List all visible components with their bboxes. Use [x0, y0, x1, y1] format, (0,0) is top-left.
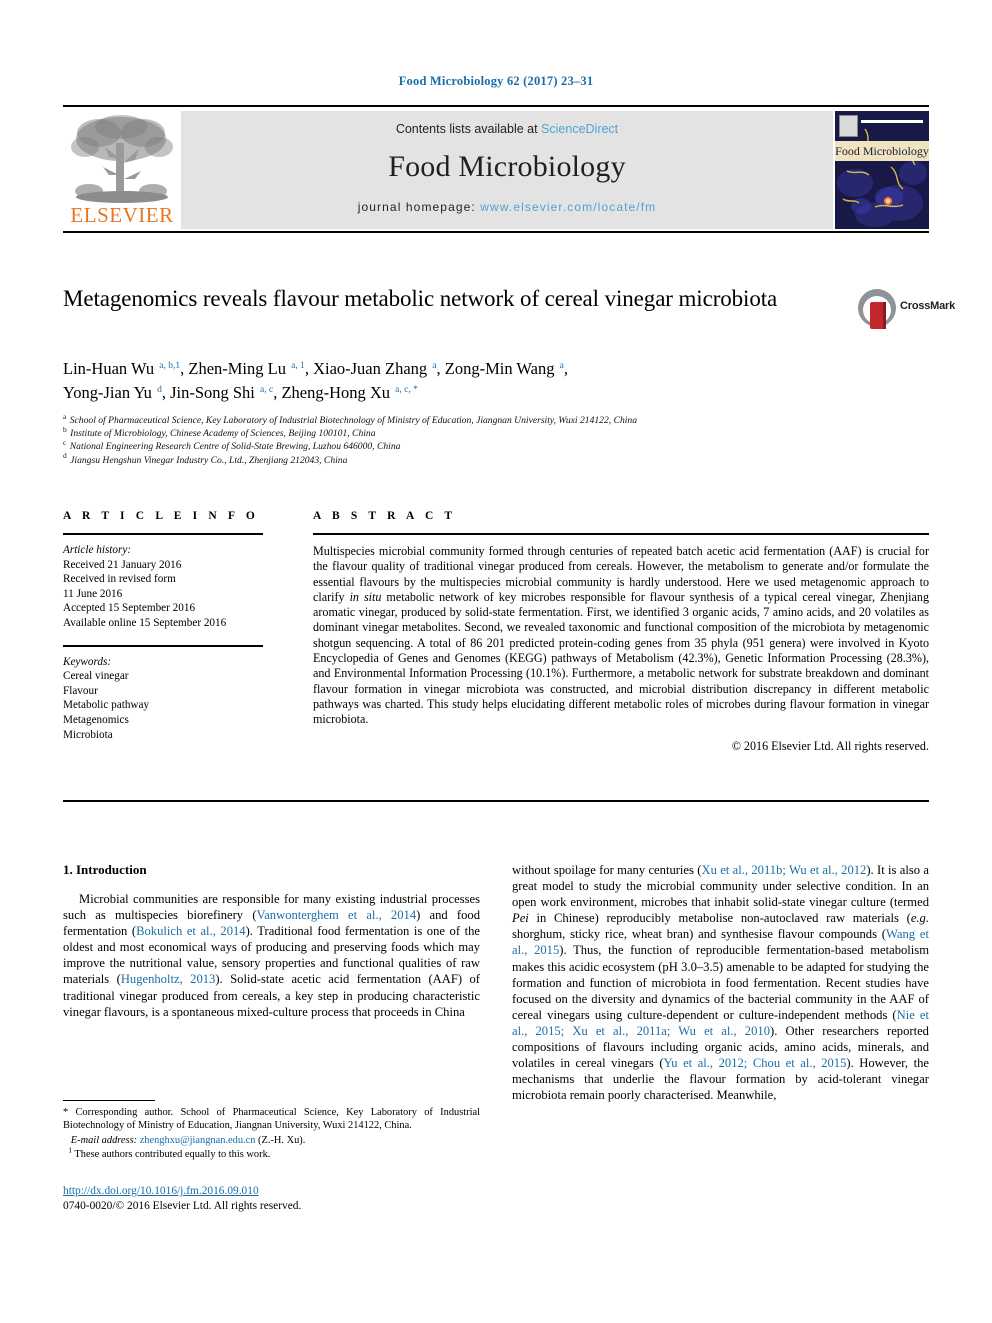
journal-homepage-line: journal homepage: www.elsevier.com/locat… [181, 200, 833, 214]
abstract-rule [313, 533, 929, 535]
homepage-prefix: journal homepage: [357, 200, 481, 214]
email-label: E-mail address: [70, 1134, 138, 1146]
keyword-item: Flavour [63, 684, 98, 697]
keyword-item: Microbiota [63, 728, 113, 741]
contents-available-line: Contents lists available at ScienceDirec… [181, 122, 833, 136]
history-line: 11 June 2016 [63, 587, 123, 600]
crossmark-label: CrossMark [900, 300, 956, 312]
article-page: Food Microbiology 62 (2017) 23–31 ELSEVI… [0, 0, 992, 1323]
footnote-rule [63, 1100, 155, 1101]
affiliation-item: b Institute of Microbiology, Chinese Aca… [63, 425, 376, 440]
footnote-block: * Corresponding author. School of Pharma… [63, 1106, 480, 1163]
intro-paragraph-right: without spoilage for many centuries (Xu … [512, 863, 930, 1103]
doi-block: http://dx.doi.org/10.1016/j.fm.2016.09.0… [63, 1184, 493, 1214]
keyword-item: Metabolic pathway [63, 699, 150, 712]
crossmark-inner-icon [863, 296, 891, 329]
body-column-left: 1. Introduction Microbial communities ar… [63, 862, 480, 1020]
intro-paragraph-left: Microbial communities are responsible fo… [63, 892, 481, 1019]
body-column-right: without spoilage for many centuries (Xu … [512, 862, 929, 1103]
elsevier-wordmark: ELSEVIER [70, 203, 174, 227]
masthead-bottom-rule [63, 231, 929, 233]
masthead-top-rule [63, 105, 929, 107]
equal-contribution-text: These authors contributed equally to thi… [74, 1149, 271, 1161]
contents-prefix: Contents lists available at [395, 122, 542, 136]
keyword-item: Metagenomics [63, 713, 129, 726]
corresponding-author-note: * Corresponding author. School of Pharma… [63, 1107, 480, 1132]
keywords-label: Keywords: [63, 655, 112, 668]
email-link[interactable]: zhenghxu@jiangnan.edu.cn [140, 1135, 256, 1146]
elsevier-tree-icon [71, 115, 173, 203]
equal-contribution-note: 1 These authors contributed equally to t… [63, 1145, 480, 1161]
author-line-1: Lin-Huan Wu a, b,1, Zhen-Ming Lu a, 1, X… [63, 359, 568, 378]
affiliation-item: a School of Pharmaceutical Science, Key … [63, 411, 638, 426]
keywords-rule [63, 644, 263, 647]
author-line-2: Yong-Jian Yu d, Jin-Song Shi a, c, Zheng… [63, 383, 418, 402]
cover-publisher-mark [839, 115, 858, 137]
affiliation-item: c National Engineering Research Centre o… [63, 438, 401, 453]
section-heading-introduction: 1. Introduction [63, 862, 147, 877]
article-info-rule [63, 533, 263, 535]
abstract-heading: A B S T R A C T [313, 510, 457, 522]
article-history-label: Article history: [63, 544, 132, 556]
keywords-block: Keywords: Cereal vinegar Flavour Metabol… [63, 655, 263, 743]
affiliation-list: a School of Pharmaceutical Science, Key … [63, 411, 933, 467]
email-suffix: (Z.-H. Xu). [258, 1134, 306, 1146]
abstract-bottom-rule [63, 800, 929, 802]
cover-journal-title: Food Microbiology [835, 141, 929, 161]
title-block: Metagenomics reveals flavour metabolic n… [63, 284, 853, 313]
history-line: Accepted 15 September 2016 [63, 602, 196, 615]
keyword-item: Cereal vinegar [63, 670, 129, 683]
journal-cover-thumbnail: Food Microbiology [835, 111, 929, 229]
elsevier-logo: ELSEVIER [63, 111, 181, 229]
page-title: Metagenomics reveals flavour metabolic n… [63, 286, 778, 311]
article-history: Article history: Received 21 January 201… [63, 543, 263, 631]
sciencedirect-link[interactable]: ScienceDirect [541, 122, 618, 136]
journal-title: Food Microbiology [388, 150, 626, 183]
journal-homepage-link[interactable]: www.elsevier.com/locate/fm [480, 200, 656, 214]
affiliation-item: d Jiangsu Hengshun Vinegar Industry Co.,… [63, 451, 348, 466]
cover-top-rule [861, 120, 923, 123]
crossmark-book-icon [870, 302, 886, 329]
journal-masthead: ELSEVIER Contents lists available at Sci… [63, 105, 929, 233]
crossmark-circle-icon [858, 289, 896, 329]
issn-copyright-line: 0740-0020/© 2016 Elsevier Ltd. All right… [63, 1200, 302, 1212]
abstract-section: A B S T R A C T Multispecies microbial c… [313, 510, 929, 754]
article-info-section: A R T I C L E I N F O Article history: R… [63, 510, 263, 742]
author-list: Lin-Huan Wu a, b,1, Zhen-Ming Lu a, 1, X… [63, 357, 883, 405]
history-line: Available online 15 September 2016 [63, 616, 227, 629]
footnote-marker: 1 [68, 1145, 72, 1155]
history-line: Received 21 January 2016 [63, 558, 182, 571]
running-head: Food Microbiology 62 (2017) 23–31 [398, 74, 594, 88]
abstract-copyright: © 2016 Elsevier Ltd. All rights reserved… [731, 738, 929, 753]
doi-link[interactable]: http://dx.doi.org/10.1016/j.fm.2016.09.0… [63, 1184, 493, 1199]
masthead-center-panel: Contents lists available at ScienceDirec… [181, 111, 833, 229]
history-line: Received in revised form [63, 573, 176, 586]
article-info-heading: A R T I C L E I N F O [63, 510, 259, 522]
crossmark-badge[interactable]: CrossMark [858, 287, 955, 331]
email-note: E-mail address: zhenghxu@jiangnan.edu.cn… [63, 1134, 480, 1147]
abstract-text: Multispecies microbial community formed … [313, 544, 929, 727]
